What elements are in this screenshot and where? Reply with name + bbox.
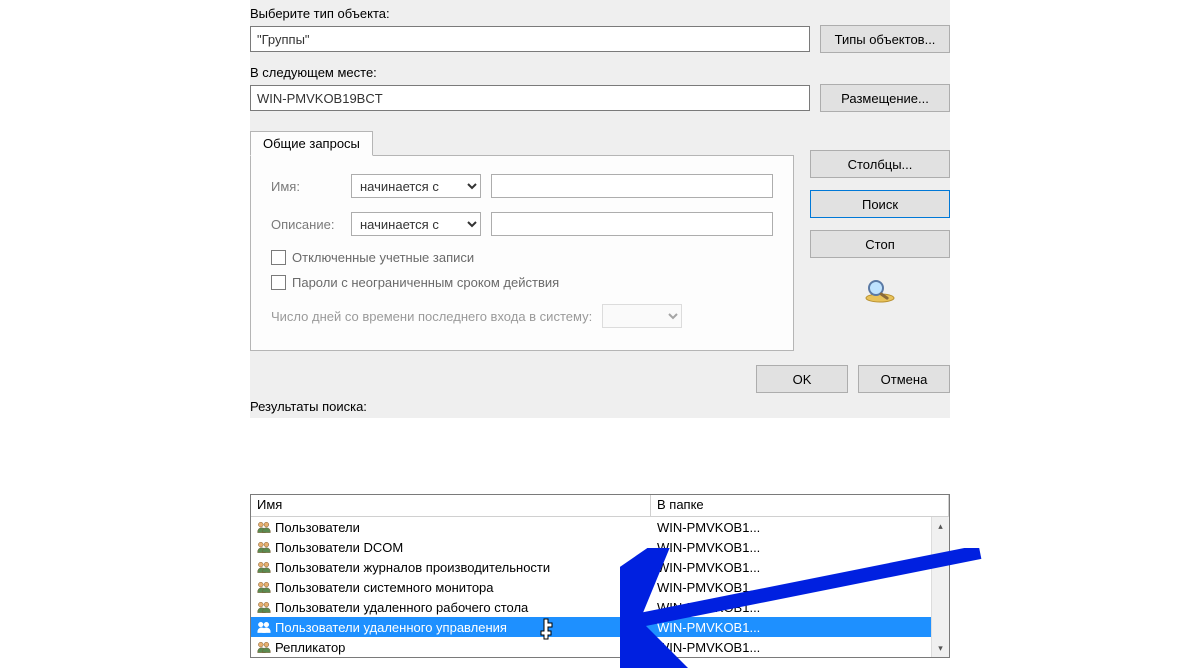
results-label: Результаты поиска: [250, 399, 950, 414]
select-object-type-label: Выберите тип объекта: [250, 6, 950, 21]
nonexpiring-pw-checkbox[interactable]: Пароли с неограниченным сроком действия [271, 275, 773, 290]
days-label: Число дней со времени последнего входа в… [271, 309, 592, 324]
results-body: ПользователиWIN-PMVKOB1... Пользователи … [251, 517, 949, 657]
row-name: Пользователи системного монитора [273, 580, 651, 595]
col-header-folder[interactable]: В папке [651, 495, 949, 516]
disabled-accounts-checkbox[interactable]: Отключенные учетные записи [271, 250, 773, 265]
disabled-accounts-label: Отключенные учетные записи [292, 250, 474, 265]
group-icon [255, 620, 273, 634]
row-name: Пользователи DCOM [273, 540, 651, 555]
results-row[interactable]: Пользователи удаленного рабочего столаWI… [251, 597, 949, 617]
location-field: WIN-PMVKOB19BCT [250, 85, 810, 111]
results-row[interactable]: Пользователи DCOMWIN-PMVKOB1... [251, 537, 949, 557]
group-icon [255, 540, 273, 554]
find-button[interactable]: Поиск [810, 190, 950, 218]
nonexpiring-pw-label: Пароли с неограниченным сроком действия [292, 275, 559, 290]
row-name: Пользователи удаленного управления [273, 620, 651, 635]
row-folder: WIN-PMVKOB1... [651, 560, 949, 575]
row-folder: WIN-PMVKOB1... [651, 520, 949, 535]
group-icon [255, 600, 273, 614]
group-icon [255, 560, 273, 574]
ok-button[interactable]: OK [756, 365, 848, 393]
row-folder: WIN-PMVKOB1... [651, 640, 949, 655]
row-folder: WIN-PMVKOB1... [651, 620, 949, 635]
columns-button[interactable]: Столбцы... [810, 150, 950, 178]
object-type-field: "Группы" [250, 26, 810, 52]
row-name: Репликатор [273, 640, 651, 655]
results-row[interactable]: Пользователи журналов производительности… [251, 557, 949, 577]
results-row[interactable]: РепликаторWIN-PMVKOB1... [251, 637, 949, 657]
group-icon [255, 580, 273, 594]
tab-body: Имя: начинается с Описание: начинается с [250, 155, 794, 351]
results-header: Имя В папке [251, 495, 949, 517]
row-name: Пользователи журналов производительности [273, 560, 651, 575]
col-header-name[interactable]: Имя [251, 495, 651, 516]
description-input[interactable] [491, 212, 773, 236]
cancel-button[interactable]: Отмена [858, 365, 950, 393]
results-grid: Имя В папке ПользователиWIN-PMVKOB1... П… [250, 494, 950, 658]
results-row[interactable]: ПользователиWIN-PMVKOB1... [251, 517, 949, 537]
stop-button[interactable]: Стоп [810, 230, 950, 258]
scrollbar[interactable]: ▴ ▾ [931, 517, 949, 657]
description-match-select[interactable]: начинается с [351, 212, 481, 236]
group-icon [255, 520, 273, 534]
row-folder: WIN-PMVKOB1... [651, 580, 949, 595]
tab-common-queries[interactable]: Общие запросы [250, 131, 373, 156]
location-button[interactable]: Размещение... [820, 84, 950, 112]
group-icon [255, 640, 273, 654]
days-select [602, 304, 682, 328]
results-row[interactable]: Пользователи удаленного управленияWIN-PM… [251, 617, 949, 637]
row-folder: WIN-PMVKOB1... [651, 540, 949, 555]
scroll-down-icon[interactable]: ▾ [932, 639, 949, 657]
row-name: Пользователи удаленного рабочего стола [273, 600, 651, 615]
name-input[interactable] [491, 174, 773, 198]
location-label: В следующем месте: [250, 65, 950, 80]
description-label: Описание: [271, 217, 341, 232]
object-types-button[interactable]: Типы объектов... [820, 25, 950, 53]
object-picker-dialog: Выберите тип объекта: "Группы" Типы объе… [250, 0, 950, 418]
row-folder: WIN-PMVKOB1... [651, 600, 949, 615]
query-tabs: Общие запросы Имя: начинается с Описание… [250, 130, 794, 351]
name-match-select[interactable]: начинается с [351, 174, 481, 198]
name-label: Имя: [271, 179, 341, 194]
results-row[interactable]: Пользователи системного монитораWIN-PMVK… [251, 577, 949, 597]
row-name: Пользователи [273, 520, 651, 535]
scroll-up-icon[interactable]: ▴ [932, 517, 949, 535]
search-icon [810, 270, 950, 310]
